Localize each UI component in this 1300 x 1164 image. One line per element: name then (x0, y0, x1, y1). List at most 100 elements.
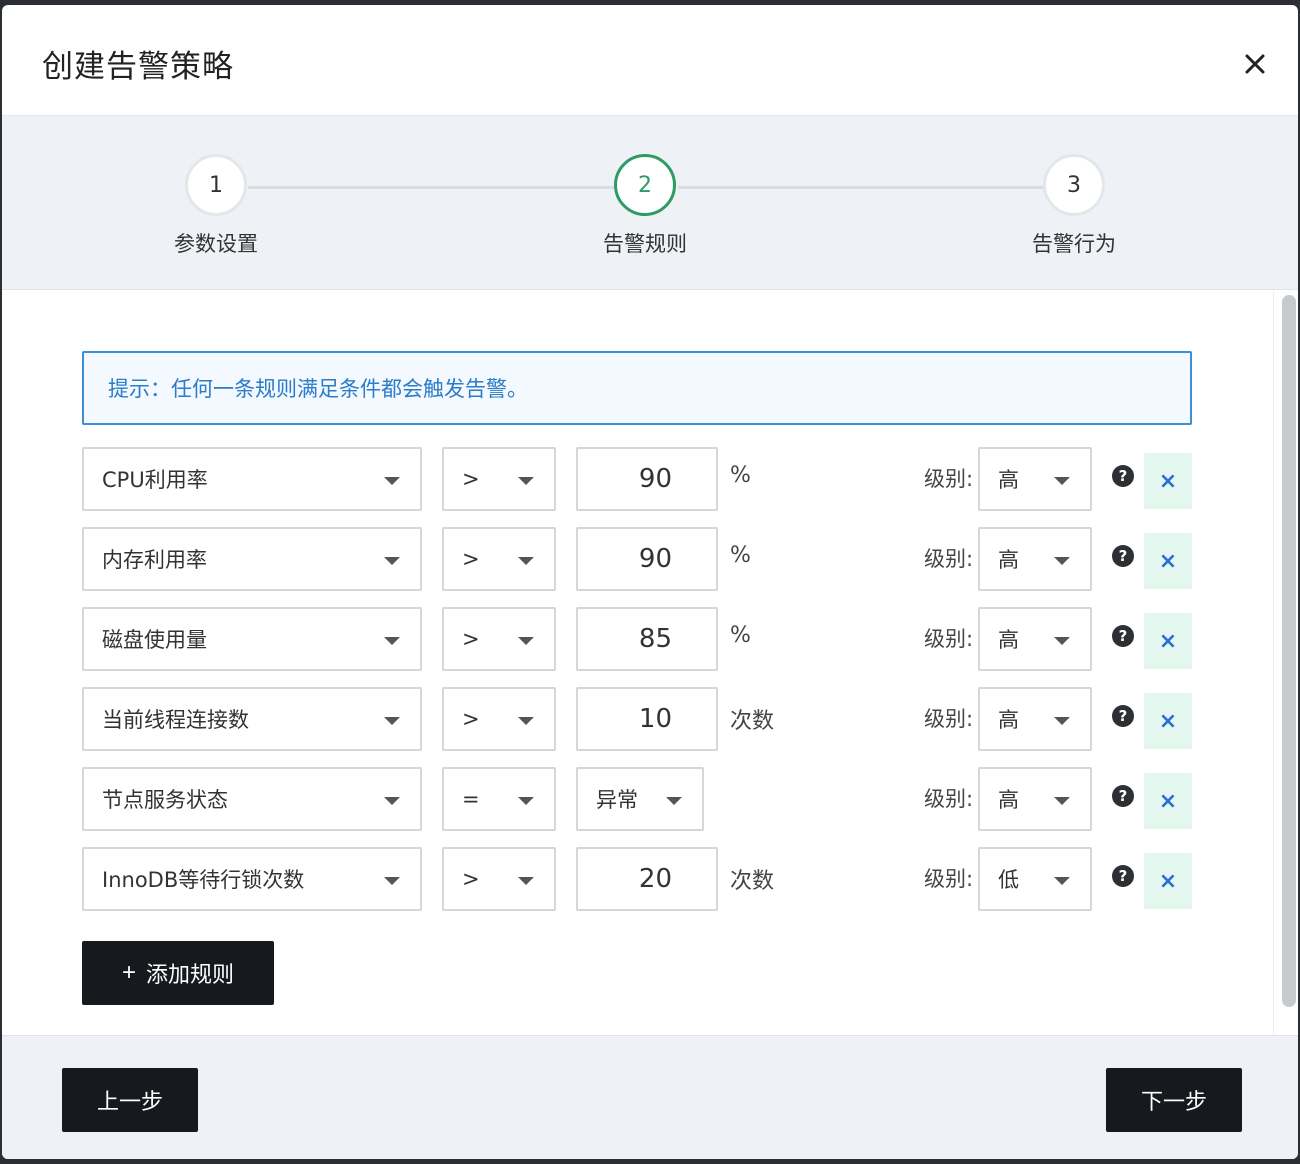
metric-select[interactable]: InnoDB等待行锁次数 (82, 847, 422, 911)
operator-select[interactable]: = (442, 767, 556, 831)
delete-rule-button[interactable]: × (1144, 613, 1192, 669)
metric-select[interactable]: 当前线程连接数 (82, 687, 422, 751)
level-value: 低 (998, 868, 1019, 892)
delete-rule-button[interactable]: × (1144, 773, 1192, 829)
threshold-input[interactable] (576, 687, 718, 751)
threshold-input[interactable] (576, 607, 718, 671)
help-icon[interactable]: ? (1112, 625, 1134, 647)
delete-rule-button[interactable]: × (1144, 533, 1192, 589)
level-select[interactable]: 低 (978, 847, 1092, 911)
level-value: 高 (998, 548, 1019, 572)
metric-value: CPU利用率 (102, 468, 208, 492)
caret-down-icon (384, 477, 400, 485)
caret-down-icon (1054, 797, 1070, 805)
step-1-circle: 1 (185, 154, 247, 216)
prev-step-button[interactable]: 上一步 (62, 1068, 198, 1132)
operator-select[interactable]: > (442, 687, 556, 751)
rule-row: 节点服务状态 = 异常 级别: 高 ? × (82, 767, 1194, 831)
metric-select[interactable]: 磁盘使用量 (82, 607, 422, 671)
level-select[interactable]: 高 (978, 607, 1092, 671)
level-label: 级别: (924, 547, 974, 571)
level-label: 级别: (924, 467, 974, 491)
dialog-header: 创建告警策略 (2, 5, 1298, 116)
operator-select[interactable]: > (442, 847, 556, 911)
rule-row: 磁盘使用量 > % 级别: 高 ? × (82, 607, 1194, 671)
add-rule-label: 添加规则 (146, 962, 235, 987)
operator-value: > (462, 867, 480, 891)
status-value-select[interactable]: 异常 (576, 767, 704, 831)
level-value: 高 (998, 788, 1019, 812)
level-select[interactable]: 高 (978, 527, 1092, 591)
scrollbar[interactable] (1282, 295, 1296, 1007)
rule-row: 当前线程连接数 > 次数 级别: 高 ? × (82, 687, 1194, 751)
caret-down-icon (518, 877, 534, 885)
caret-down-icon (1054, 717, 1070, 725)
status-value: 异常 (596, 788, 638, 812)
close-icon[interactable] (1240, 49, 1270, 79)
caret-down-icon (518, 797, 534, 805)
close-icon: × (1158, 468, 1178, 494)
caret-down-icon (384, 797, 400, 805)
metric-value: 磁盘使用量 (102, 628, 207, 652)
operator-value: > (462, 707, 480, 731)
caret-down-icon (666, 797, 682, 805)
threshold-input[interactable] (576, 527, 718, 591)
caret-down-icon (518, 557, 534, 565)
caret-down-icon (518, 477, 534, 485)
level-label: 级别: (924, 867, 974, 891)
next-step-button[interactable]: 下一步 (1106, 1068, 1242, 1132)
metric-value: 内存利用率 (102, 548, 207, 572)
threshold-input[interactable] (576, 447, 718, 511)
unit-label: % (730, 623, 751, 648)
unit-label: 次数 (730, 709, 775, 734)
rule-row: 内存利用率 > % 级别: 高 ? × (82, 527, 1194, 591)
level-value: 高 (998, 708, 1019, 732)
caret-down-icon (1054, 477, 1070, 485)
metric-select[interactable]: CPU利用率 (82, 447, 422, 511)
scroll-track (1273, 291, 1274, 1035)
add-rule-button[interactable]: + 添加规则 (82, 941, 274, 1005)
caret-down-icon (384, 637, 400, 645)
help-icon[interactable]: ? (1112, 545, 1134, 567)
metric-select[interactable]: 内存利用率 (82, 527, 422, 591)
metric-value: InnoDB等待行锁次数 (102, 868, 305, 892)
delete-rule-button[interactable]: × (1144, 853, 1192, 909)
delete-rule-button[interactable]: × (1144, 693, 1192, 749)
operator-select[interactable]: > (442, 607, 556, 671)
caret-down-icon (518, 717, 534, 725)
help-icon[interactable]: ? (1112, 785, 1134, 807)
delete-rule-button[interactable]: × (1144, 453, 1192, 509)
level-label: 级别: (924, 707, 974, 731)
metric-value: 节点服务状态 (102, 788, 228, 812)
create-alert-policy-dialog: 创建告警策略 1 参数设置 2 告警规则 3 告警行为 提示：任何一条规则满足条… (2, 5, 1298, 1159)
operator-select[interactable]: > (442, 447, 556, 511)
help-icon[interactable]: ? (1112, 465, 1134, 487)
stepper: 1 参数设置 2 告警规则 3 告警行为 (2, 116, 1298, 290)
operator-value: = (462, 787, 480, 811)
help-icon[interactable]: ? (1112, 705, 1134, 727)
dialog-title: 创建告警策略 (42, 49, 234, 85)
close-icon: × (1158, 708, 1178, 734)
step-3: 3 告警行为 (974, 154, 1174, 258)
operator-value: > (462, 467, 480, 491)
caret-down-icon (1054, 557, 1070, 565)
level-select[interactable]: 高 (978, 767, 1092, 831)
step-2-label: 告警规则 (603, 232, 687, 256)
operator-value: > (462, 627, 480, 651)
step-1: 1 参数设置 (116, 154, 316, 258)
caret-down-icon (384, 717, 400, 725)
help-icon[interactable]: ? (1112, 865, 1134, 887)
metric-select[interactable]: 节点服务状态 (82, 767, 422, 831)
operator-value: > (462, 547, 480, 571)
metric-value: 当前线程连接数 (102, 708, 249, 732)
step-1-label: 参数设置 (174, 232, 258, 256)
level-select[interactable]: 高 (978, 687, 1092, 751)
caret-down-icon (1054, 877, 1070, 885)
operator-select[interactable]: > (442, 527, 556, 591)
caret-down-icon (1054, 637, 1070, 645)
level-select[interactable]: 高 (978, 447, 1092, 511)
level-value: 高 (998, 628, 1019, 652)
level-label: 级别: (924, 627, 974, 651)
threshold-input[interactable] (576, 847, 718, 911)
rules-content: 提示：任何一条规则满足条件都会触发告警。 CPU利用率 > % 级别: 高 ? … (2, 291, 1274, 1035)
